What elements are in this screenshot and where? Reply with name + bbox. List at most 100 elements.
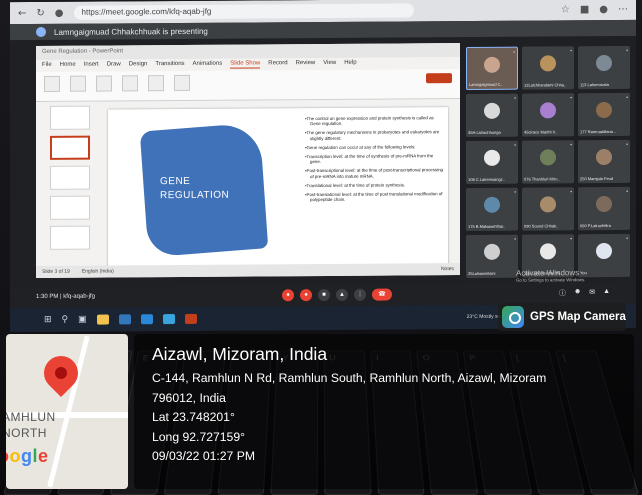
menu-icon[interactable]: ⋯: [618, 3, 628, 14]
slide-count: Slide 3 of 19: [42, 268, 70, 275]
participant-name: 35H.Lalrachhunga: [468, 129, 501, 135]
meet-side-actions: ⓘ ☻ ✉ ▲: [559, 288, 610, 298]
search-icon[interactable]: ⚲: [62, 315, 69, 325]
mic-off-icon[interactable]: ●: [282, 289, 294, 302]
avatar: [596, 54, 612, 72]
ribbon-tab[interactable]: View: [323, 60, 336, 68]
browser-actions: ☆ ■ ● ⋯: [561, 3, 628, 14]
participant-tile[interactable]: • 12Lalchhandami Chha..: [522, 46, 574, 90]
avatar: [540, 196, 556, 213]
setup-show-button[interactable]: [122, 75, 138, 92]
participant-name: 108 C.Lalremsangz..: [468, 176, 505, 182]
map-area-label-line1: AMHLUN: [6, 410, 56, 424]
file-explorer-icon[interactable]: [96, 314, 109, 325]
star-icon[interactable]: ☆: [561, 4, 570, 15]
rehearse-button[interactable]: [148, 75, 164, 92]
mic-muted-icon: •: [570, 95, 572, 102]
participant-tile[interactable]: • 113 Lalremruata: [578, 45, 630, 90]
ribbon-tab[interactable]: File: [42, 62, 52, 70]
url-bar[interactable]: https://meet.google.com/kfq-aqab-jfg: [73, 3, 414, 20]
participant-tile[interactable]: • 108 C.Lalremsangz..: [466, 140, 518, 185]
participant-tile[interactable]: • 35H.Lalrachhunga: [466, 93, 518, 138]
back-icon[interactable]: ←: [18, 8, 26, 19]
avatar: [596, 101, 612, 119]
avatar: [596, 148, 612, 166]
more-icon[interactable]: ⋮: [354, 288, 366, 301]
slide-bullet: The gene regulatory mechanisms in prokar…: [304, 130, 444, 141]
status-bar: Slide 3 of 19 English (India) Notes: [36, 263, 460, 279]
gps-datetime: 09/03/22 01:27 PM: [152, 449, 255, 463]
lock-icon: ●: [54, 7, 64, 19]
camera-off-icon[interactable]: ●: [300, 289, 312, 302]
mail-icon[interactable]: [140, 314, 153, 325]
extensions-icon[interactable]: ■: [580, 4, 589, 15]
custom-show-button[interactable]: [96, 75, 112, 92]
slide-thumbnail[interactable]: [50, 225, 90, 250]
participant-name: 45Grace Marthi V..: [524, 129, 558, 135]
slide-thumbnails: [36, 101, 98, 267]
ribbon-tab[interactable]: Animations: [193, 61, 223, 69]
ribbon-tab[interactable]: Home: [60, 62, 76, 70]
slide-bullet: Transcription level: at the time of synt…: [304, 153, 444, 164]
task-view-icon[interactable]: ▣: [78, 315, 87, 325]
participant-tile[interactable]: • 090 Sound Chhak..: [522, 187, 574, 231]
mic-muted-icon: •: [626, 141, 628, 148]
avatar: [596, 242, 612, 260]
participant-name: 113 Lalremruata: [580, 82, 609, 88]
from-beginning-button[interactable]: [44, 75, 60, 92]
ribbon: [36, 69, 460, 103]
from-current-slide-button[interactable]: [70, 75, 86, 92]
ribbon-tab[interactable]: Record: [268, 60, 287, 68]
participant-tile[interactable]: • 45Grace Marthi V..: [522, 93, 574, 137]
participant-tile[interactable]: • 177 Ramruatdiana ..: [578, 92, 630, 137]
ribbon-tab[interactable]: Draw: [107, 61, 121, 69]
participant-tile[interactable]: • 076 Thanhlurl Khin..: [522, 140, 574, 184]
participant-tile[interactable]: • 250 Mamjuia Feud: [578, 139, 630, 184]
avatar: [540, 55, 556, 72]
share-button[interactable]: [426, 73, 452, 84]
activities-icon[interactable]: ▲: [603, 288, 610, 298]
profile-icon[interactable]: ●: [599, 4, 608, 15]
info-icon[interactable]: ⓘ: [559, 288, 566, 298]
ribbon-tab[interactable]: Transitions: [155, 61, 184, 69]
participant-name: 12Lalchhandami Chha..: [524, 82, 567, 88]
mic-muted-icon: •: [570, 189, 572, 196]
chat-icon[interactable]: ✉: [589, 288, 595, 298]
map-thumbnail: AMHLUN NORTH oogle: [6, 334, 128, 489]
record-button[interactable]: [174, 74, 190, 92]
gps-camera-label: GPS Map Camera: [530, 311, 626, 323]
ribbon-tab[interactable]: Slide Show: [230, 60, 261, 69]
windows-start-icon[interactable]: ⊞: [44, 315, 52, 325]
slide-thumbnail-active[interactable]: [50, 135, 90, 160]
ribbon-tab[interactable]: Review: [296, 60, 316, 68]
slide-thumbnail[interactable]: [50, 105, 90, 130]
laptop-screen: ← ↻ ● https://meet.google.com/kfq-aqab-j…: [10, 0, 636, 333]
edge-icon[interactable]: [162, 314, 175, 325]
participant-tile[interactable]: • 175 B.Malsawmthar..: [466, 187, 518, 232]
captions-icon[interactable]: ■: [318, 288, 330, 302]
ribbon-tab[interactable]: Design: [129, 61, 148, 69]
mic-muted-icon: •: [570, 48, 572, 55]
slide-canvas[interactable]: GENE REGULATION The control on gene expr…: [108, 107, 448, 270]
hang-up-icon[interactable]: ☎: [372, 288, 392, 301]
mic-muted-icon: •: [570, 236, 572, 243]
avatar: [596, 195, 612, 213]
mic-muted-icon: •: [514, 142, 516, 149]
people-icon[interactable]: ☻: [574, 288, 581, 298]
powerpoint-icon[interactable]: [184, 313, 197, 324]
presentation-body: GENE REGULATION The control on gene expr…: [36, 99, 460, 280]
participant-tile[interactable]: • Lamngaigmuad C..: [466, 46, 518, 91]
reload-icon[interactable]: ↻: [36, 7, 44, 18]
participant-tile[interactable]: • 060 P.Lalrunfelira: [578, 186, 630, 231]
avatar: [540, 243, 556, 260]
participant-name: 25Lalsawmkimi: [468, 270, 496, 276]
slide-thumbnail[interactable]: [50, 165, 90, 190]
ribbon-tab[interactable]: Help: [344, 60, 356, 68]
slide-thumbnail[interactable]: [50, 195, 90, 220]
store-icon[interactable]: [118, 314, 131, 325]
present-icon[interactable]: ▲: [336, 288, 348, 301]
presenting-banner: Lamngaigmuad Chhakchhuak is presenting: [10, 19, 636, 41]
participant-tile[interactable]: • 25Lalsawmkimi: [466, 234, 518, 279]
ribbon-tab[interactable]: Insert: [84, 62, 99, 70]
notes-button[interactable]: Notes: [441, 266, 454, 272]
